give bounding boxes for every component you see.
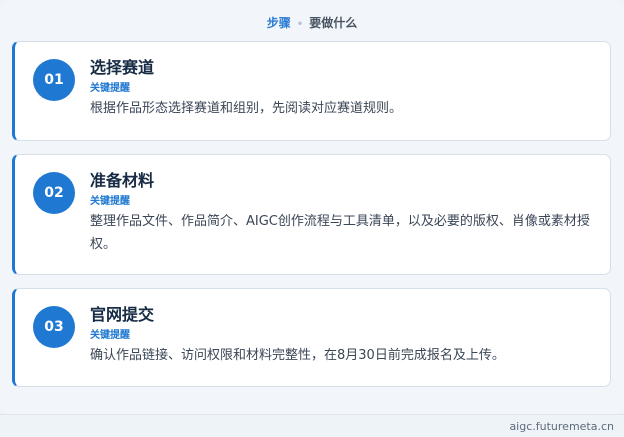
step-number-badge: 01 (33, 59, 75, 101)
footer-domain[interactable]: aigc.futuremeta.cn (509, 419, 614, 435)
step-description: 整理作品文件、作品简介、AIGC创作流程与工具清单，以及必要的版权、肖像或素材授… (90, 214, 590, 252)
step-description: 根据作品形态选择赛道和组别，先阅读对应赛道规则。 (90, 101, 403, 116)
step-title: 官网提交 (90, 305, 155, 324)
step-content: 选择赛道 关键提醒 根据作品形态选择赛道和组别，先阅读对应赛道规则。 (90, 57, 594, 120)
breadcrumb-step[interactable]: 步骤 (267, 16, 291, 30)
step-tag: 关键提醒 (90, 83, 130, 94)
step-card-1: 01 选择赛道 关键提醒 根据作品形态选择赛道和组别，先阅读对应赛道规则。 (12, 41, 611, 141)
step-content: 准备材料 关键提醒 整理作品文件、作品简介、AIGC创作流程与工具清单，以及必要… (90, 170, 594, 256)
breadcrumb: 步骤 • 要做什么 (0, 14, 624, 34)
step-content: 官网提交 关键提醒 确认作品链接、访问权限和材料完整性，在8月30日前完成报名及… (90, 304, 594, 367)
breadcrumb-separator-dot: • (296, 19, 304, 30)
step-description: 确认作品链接、访问权限和材料完整性，在8月30日前完成报名及上传。 (90, 348, 505, 363)
step-number-badge: 03 (33, 306, 75, 348)
step-tag: 关键提醒 (90, 196, 130, 207)
breadcrumb-current: 要做什么 (309, 16, 358, 30)
step-card-3: 03 官网提交 关键提醒 确认作品链接、访问权限和材料完整性，在8月30日前完成… (12, 288, 611, 387)
footer-divider (0, 414, 624, 415)
step-title: 准备材料 (90, 171, 155, 190)
steps-panel: 步骤 • 要做什么 01 选择赛道 关键提醒 根据作品形态选择赛道和组别，先阅读对应… (0, 0, 624, 414)
step-title: 选择赛道 (90, 58, 155, 77)
step-card-2: 02 准备材料 关键提醒 整理作品文件、作品简介、AIGC创作流程与工具清单，以… (12, 154, 611, 275)
step-tag: 关键提醒 (90, 330, 130, 341)
step-number-badge: 02 (33, 172, 75, 214)
